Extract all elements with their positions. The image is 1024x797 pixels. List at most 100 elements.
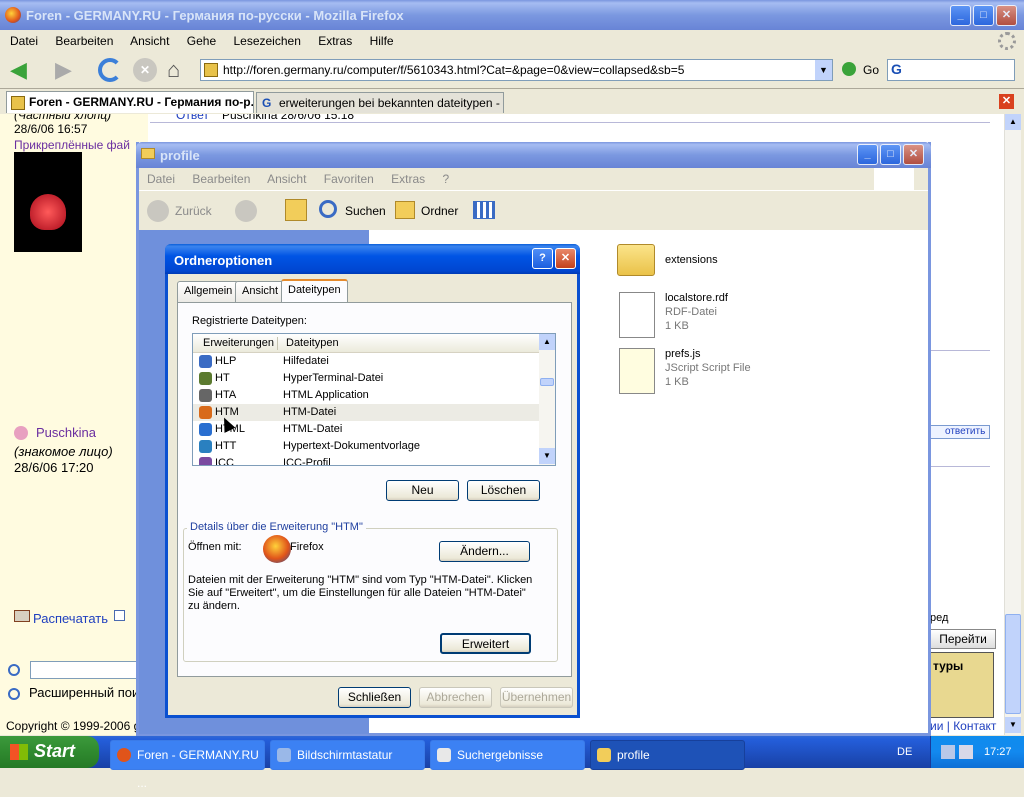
table-row[interactable]: HLP Hilfedatei [193, 353, 539, 370]
table-row[interactable]: ICC ICC-Profil [193, 455, 539, 465]
home-icon[interactable]: ⌂ [167, 58, 180, 82]
file-item[interactable]: prefs.js JScript Script File 1 KB [617, 348, 877, 398]
search-input[interactable]: G [887, 59, 1015, 81]
advanced-search-link[interactable]: Расширенный пои [29, 685, 139, 700]
advanced-button[interactable]: Erweitert [440, 633, 531, 654]
cancel-button[interactable]: Abbrechen [419, 687, 492, 708]
checkbox[interactable] [114, 610, 125, 621]
goto-button[interactable]: Перейти [930, 629, 996, 649]
google-icon[interactable]: G [891, 61, 902, 77]
menu-ansicht[interactable]: Ansicht [267, 172, 306, 186]
column-header-extensions[interactable]: Erweiterungen [203, 334, 274, 352]
taskbar-item-firefox[interactable]: Foren - GERMANY.RU ... [110, 740, 265, 790]
help-button[interactable]: ? [532, 248, 553, 269]
tab-allgemein[interactable]: Allgemein [177, 281, 240, 302]
tab-dateitypen[interactable]: Dateitypen [281, 279, 348, 302]
table-row[interactable]: HTT Hypertext-Dokumentvorlage [193, 438, 539, 455]
search-button[interactable]: Suchen [345, 204, 386, 218]
reply-button[interactable]: ответить [930, 425, 990, 439]
minimize-button[interactable]: _ [950, 5, 971, 26]
attachments-label[interactable]: Прикреплённые фай [14, 138, 130, 152]
reload-icon[interactable] [98, 58, 122, 82]
reply-link-top[interactable]: Ответ [176, 114, 209, 122]
minimize-button[interactable]: _ [857, 144, 878, 165]
start-button[interactable]: Start [0, 736, 99, 768]
ad-banner[interactable]: туры [930, 652, 994, 718]
delete-button[interactable]: Löschen [467, 480, 540, 501]
menu-extras[interactable]: Extras [391, 172, 425, 186]
scroll-thumb[interactable] [1005, 614, 1021, 714]
back-icon[interactable]: ◀ [10, 59, 27, 81]
close-button[interactable]: ✕ [996, 5, 1017, 26]
network-icon[interactable] [941, 745, 955, 759]
taskbar-item-profile[interactable]: profile [590, 740, 745, 770]
forward-icon[interactable] [235, 200, 257, 222]
stop-icon[interactable]: ✕ [133, 58, 157, 82]
rdf-file-icon [619, 292, 655, 338]
menu-gehe[interactable]: Gehe [187, 34, 216, 48]
list-scrollbar[interactable]: ▲ ▼ [539, 334, 555, 465]
menu-datei[interactable]: Datei [147, 172, 175, 186]
print-link[interactable]: Распечатать [33, 611, 108, 626]
new-button[interactable]: Neu [386, 480, 459, 501]
menu-favoriten[interactable]: Favoriten [324, 172, 374, 186]
menu-help[interactable]: ? [443, 172, 450, 186]
menu-ansicht[interactable]: Ansicht [130, 34, 169, 48]
folders-icon[interactable] [395, 201, 415, 219]
taskbar-item-search-results[interactable]: Suchergebnisse [430, 740, 585, 770]
menu-bearbeiten[interactable]: Bearbeiten [55, 34, 113, 48]
menu-lesezeichen[interactable]: Lesezeichen [233, 34, 300, 48]
url-bar[interactable]: http://foren.germany.ru/computer/f/56103… [200, 59, 833, 81]
contact-link[interactable]: ии | Контакт [930, 719, 996, 733]
forum-search-input[interactable] [30, 661, 140, 679]
views-icon[interactable] [473, 201, 495, 219]
table-row[interactable]: HTML HTML-Datei [193, 421, 539, 438]
forum-user[interactable]: Puschkina [36, 425, 96, 440]
scroll-down-icon[interactable]: ▼ [539, 448, 555, 464]
menu-extras[interactable]: Extras [318, 34, 352, 48]
url-dropdown-icon[interactable]: ▼ [815, 60, 832, 80]
file-item[interactable]: localstore.rdf RDF-Datei 1 KB [617, 292, 877, 342]
table-row[interactable]: HTM HTM-Datei [193, 404, 539, 421]
scroll-up-icon[interactable]: ▲ [1005, 114, 1021, 130]
dialog-titlebar[interactable]: Ordneroptionen ? ✕ [165, 244, 580, 274]
taskbar-label: Suchergebnisse [457, 748, 544, 762]
back-button[interactable]: Zurück [175, 204, 212, 218]
maximize-button[interactable]: □ [973, 5, 994, 26]
scroll-up-icon[interactable]: ▲ [539, 334, 555, 350]
language-indicator[interactable]: DE [897, 746, 912, 758]
scroll-down-icon[interactable]: ▼ [1005, 717, 1021, 733]
menu-datei[interactable]: Datei [10, 34, 38, 48]
tab-ansicht[interactable]: Ansicht [235, 281, 286, 302]
forward-icon[interactable]: ▶ [55, 59, 72, 81]
taskbar-item-keyboard[interactable]: Bildschirmtastatur [270, 740, 425, 770]
menu-hilfe[interactable]: Hilfe [370, 34, 394, 48]
column-header-types[interactable]: Dateitypen [286, 334, 339, 352]
apply-button[interactable]: Übernehmen [500, 687, 573, 708]
search-icon[interactable] [319, 200, 337, 218]
menu-bearbeiten[interactable]: Bearbeiten [192, 172, 250, 186]
maximize-button[interactable]: □ [880, 144, 901, 165]
page-scrollbar[interactable]: ▲ ▼ [1004, 114, 1021, 735]
volume-icon[interactable] [959, 745, 973, 759]
go-button[interactable]: Go [863, 63, 879, 77]
back-icon[interactable] [147, 200, 169, 222]
close-button[interactable]: ✕ [903, 144, 924, 165]
tab-erweiterungen[interactable]: G erweiterungen bei bekannten dateitypen… [256, 92, 504, 113]
file-types-list[interactable]: Erweiterungen Dateitypen HLP Hilfedatei HT… [192, 333, 556, 466]
tab-foren[interactable]: Foren - GERMANY.RU - Германия по-р... [6, 91, 254, 113]
table-row[interactable]: HTA HTML Application [193, 387, 539, 404]
scroll-thumb[interactable] [540, 378, 554, 386]
go-icon[interactable] [842, 62, 856, 76]
close-dialog-button[interactable]: Schließen [338, 687, 411, 708]
explorer-titlebar[interactable]: profile _ □ ✕ [136, 142, 931, 168]
file-item[interactable]: extensions [617, 242, 877, 282]
close-button[interactable]: ✕ [555, 248, 576, 269]
clock[interactable]: 17:27 [984, 746, 1012, 758]
firefox-titlebar[interactable]: Foren - GERMANY.RU - Германия по-русски … [0, 0, 1024, 30]
close-tab-icon[interactable]: ✕ [999, 94, 1014, 109]
folders-button[interactable]: Ordner [421, 204, 458, 218]
up-folder-icon[interactable] [285, 199, 307, 221]
change-button[interactable]: Ändern... [439, 541, 530, 562]
table-row[interactable]: HT HyperTerminal-Datei [193, 370, 539, 387]
